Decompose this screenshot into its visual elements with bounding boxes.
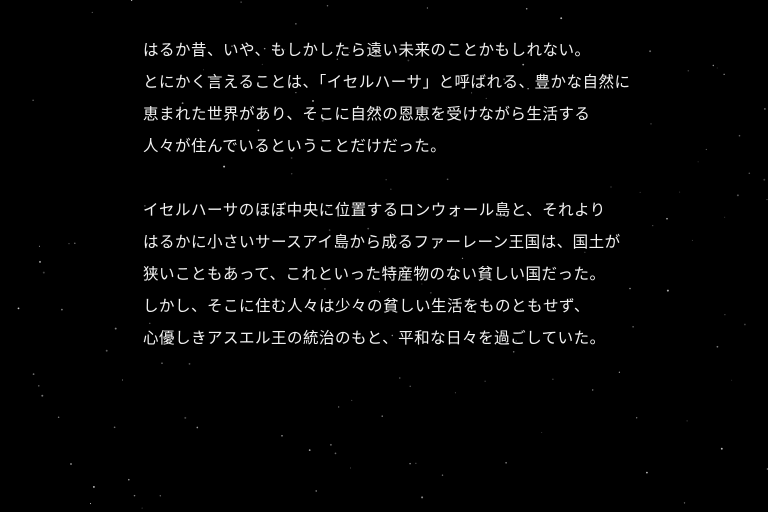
star: [113, 426, 116, 429]
star: [636, 417, 638, 419]
star: [295, 23, 297, 25]
star: [329, 443, 332, 446]
star: [426, 7, 428, 9]
star: [552, 378, 554, 380]
star: [128, 478, 130, 481]
star: [454, 392, 456, 394]
story-line: とにかく言えることは、「イセルハーサ」と呼ばれる、豊かな自然に: [143, 73, 631, 91]
star: [618, 371, 621, 373]
star: [188, 363, 191, 365]
story-line: イセルハーサのほぼ中央に位置するロンウォール島と、それより: [143, 201, 606, 219]
star: [738, 134, 741, 137]
star: [159, 495, 161, 497]
star: [351, 399, 353, 401]
star: [114, 327, 117, 330]
star: [39, 260, 41, 263]
star: [744, 323, 746, 326]
star: [141, 507, 143, 509]
star: [38, 385, 40, 387]
star: [525, 8, 528, 10]
star: [61, 308, 63, 311]
story-text: はるか昔、いや、もしかしたら遠い未来のことかもしれない。 とにかく言えることは、…: [143, 34, 703, 354]
star: [240, 1, 242, 3]
star: [133, 494, 136, 497]
star: [720, 447, 723, 450]
star: [338, 406, 340, 408]
star: [724, 216, 726, 218]
star: [716, 67, 718, 69]
star: [748, 172, 751, 174]
star: [646, 471, 648, 474]
star: [32, 373, 35, 375]
star: [315, 490, 317, 492]
star: [32, 99, 34, 101]
story-line: 心優しきアスエル王の統治のもと、平和な日々を過ごしていた。: [143, 329, 606, 347]
star: [763, 178, 766, 181]
star: [91, 11, 93, 13]
star: [421, 496, 424, 499]
star: [74, 242, 76, 245]
star: [441, 474, 444, 476]
star: [38, 245, 40, 247]
story-line: しかし、そこに住む人々は少々の貧しい生活をものともせず、: [143, 297, 590, 315]
star: [326, 5, 329, 7]
star: [42, 271, 45, 274]
game-screen: はるか昔、いや、もしかしたら遠い未来のことかもしれない。 とにかく言えることは、…: [0, 0, 768, 512]
star: [122, 379, 123, 381]
star: [712, 64, 714, 67]
star: [736, 194, 739, 197]
star: [764, 108, 766, 110]
story-line: 人々が住んでいるということだけだった。: [143, 137, 447, 155]
star: [308, 449, 311, 451]
star: [415, 462, 417, 464]
star: [541, 432, 543, 433]
star: [505, 462, 507, 464]
star: [409, 385, 411, 387]
star: [17, 307, 20, 310]
star: [560, 17, 563, 20]
story-line: はるか昔、いや、もしかしたら遠い未来のことかもしれない。: [143, 41, 591, 59]
star: [723, 73, 725, 75]
star: [705, 148, 707, 151]
star: [105, 349, 108, 352]
star: [70, 463, 72, 465]
star: [196, 426, 199, 429]
star: [161, 362, 163, 364]
star: [92, 485, 95, 488]
star: [766, 199, 768, 201]
star: [89, 503, 92, 505]
star: [184, 416, 187, 419]
star: [334, 452, 337, 455]
story-line: はるかに小さいサースアイ島から成るファーレーン王国は、国土が: [143, 233, 621, 251]
star: [409, 462, 411, 465]
story-line: 狭いこともあって、これといった特産物のない貧しい国だった。: [143, 265, 606, 283]
star: [57, 416, 60, 419]
star: [381, 415, 383, 417]
star: [281, 434, 283, 437]
story-paragraph-2: イセルハーサのほぼ中央に位置するロンウォール島と、それより はるかに小さいサース…: [143, 194, 703, 354]
story-line: 恵まれた世界があり、そこに自然の恩恵を受けながら生活する: [143, 105, 591, 123]
star: [686, 420, 688, 422]
star: [731, 379, 733, 381]
star: [350, 467, 351, 469]
star: [484, 380, 486, 382]
star: [399, 377, 401, 379]
star: [68, 243, 70, 245]
star: [130, 0, 133, 2]
star: [716, 345, 719, 348]
star: [724, 314, 726, 316]
star: [683, 502, 686, 504]
star: [591, 389, 594, 391]
star: [41, 394, 44, 397]
story-paragraph-1: はるか昔、いや、もしかしたら遠い未来のことかもしれない。 とにかく言えることは、…: [143, 34, 703, 162]
